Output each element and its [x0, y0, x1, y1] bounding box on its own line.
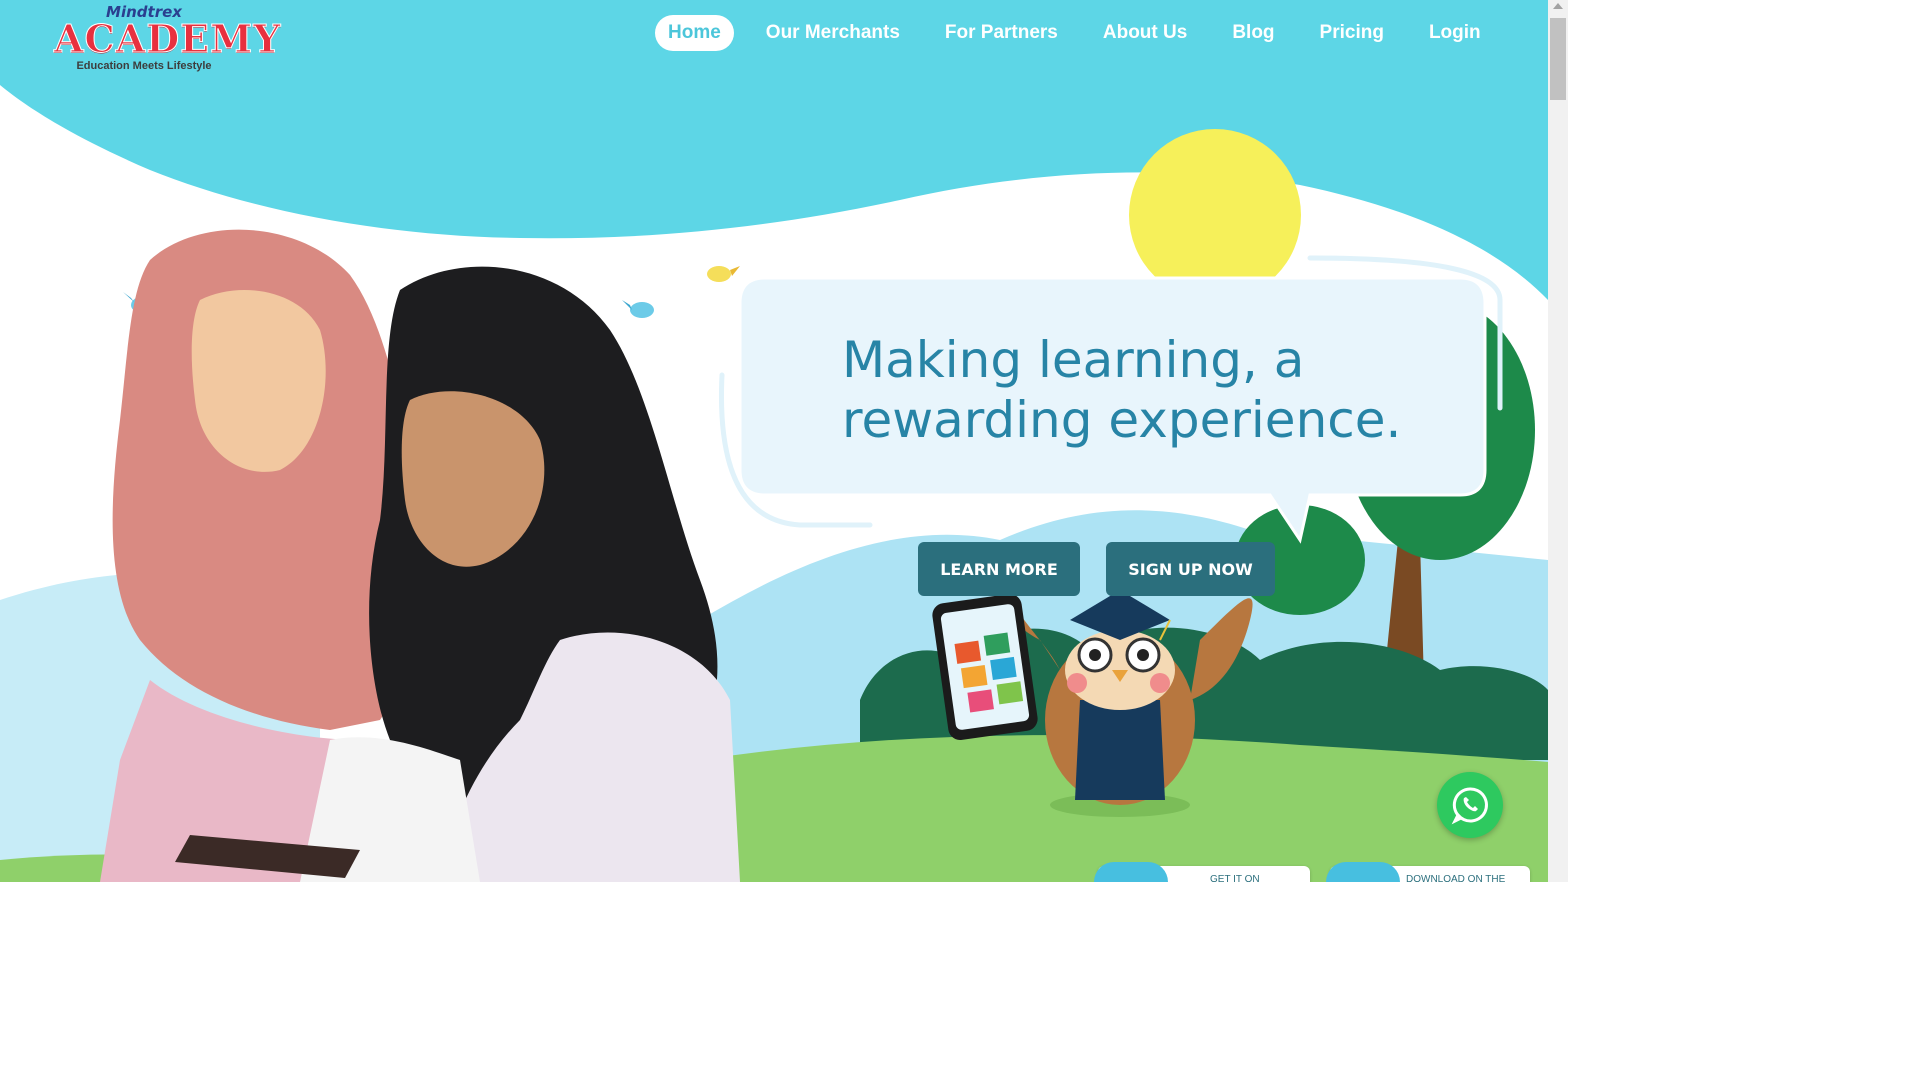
nav-pricing[interactable]: Pricing [1307, 15, 1397, 51]
learn-more-button[interactable]: LEARN MORE [918, 542, 1080, 596]
nav-our-merchants[interactable]: Our Merchants [753, 15, 913, 51]
nav-about-us[interactable]: About Us [1090, 15, 1200, 51]
people-photo [100, 229, 740, 882]
sign-up-now-button[interactable]: SIGN UP NOW [1106, 542, 1275, 596]
main-navigation: Home Our Merchants For Partners About Us… [655, 15, 1513, 51]
hero-headline-line1: Making learning, a [842, 331, 1305, 389]
whatsapp-icon [1451, 787, 1488, 825]
google-play-label: GET IT ON [1210, 874, 1260, 882]
bird-blue-2 [622, 300, 654, 318]
sun [1129, 129, 1301, 301]
whatsapp-button[interactable] [1437, 772, 1503, 838]
nav-login[interactable]: Login [1416, 15, 1494, 51]
phone-illustration [932, 593, 1038, 741]
apple-icon [1326, 862, 1400, 882]
nav-for-partners[interactable]: For Partners [932, 15, 1071, 51]
logo-tagline: Education Meets Lifestyle [76, 60, 212, 72]
hero-headline: Making learning, a rewarding experience. [842, 330, 1401, 450]
app-store-badge[interactable]: DOWNLOAD ON THE [1326, 862, 1530, 882]
page-scrollbar[interactable] [1548, 0, 1568, 882]
logo-main-text: ACADEMY [54, 16, 282, 61]
brand-logo[interactable]: Mindtrex ACADEMY Education Meets Lifesty… [54, 4, 282, 74]
scroll-up-arrow-icon[interactable] [1553, 3, 1563, 9]
hero-headline-line2: rewarding experience. [842, 391, 1402, 449]
google-play-icon [1094, 862, 1168, 882]
hero-scene: Mindtrex ACADEMY Education Meets Lifesty… [0, 0, 1548, 882]
google-play-badge[interactable]: GET IT ON [1094, 862, 1310, 882]
bird-yellow-2 [707, 266, 740, 282]
nav-blog[interactable]: Blog [1219, 15, 1287, 51]
nav-home[interactable]: Home [655, 15, 734, 51]
scrollbar-thumb[interactable] [1550, 18, 1566, 100]
app-store-label: DOWNLOAD ON THE [1406, 874, 1506, 882]
